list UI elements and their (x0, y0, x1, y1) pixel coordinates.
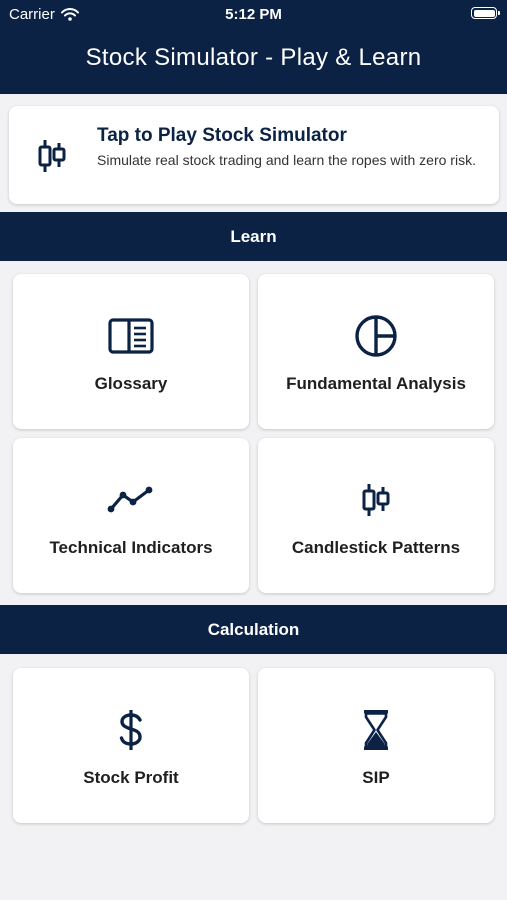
technical-indicators-tile[interactable]: Technical Indicators (13, 438, 249, 593)
glossary-tile[interactable]: Glossary (13, 274, 249, 429)
stock-profit-tile[interactable]: Stock Profit (13, 668, 249, 823)
candlestick-patterns-label: Candlestick Patterns (291, 538, 461, 557)
pie-chart-icon (355, 315, 397, 357)
sip-tile[interactable]: SIP (258, 668, 494, 823)
simulator-card-title: Tap to Play Stock Simulator (97, 125, 347, 146)
book-icon (108, 318, 154, 354)
glossary-label: Glossary (94, 374, 168, 393)
technical-indicators-label: Technical Indicators (49, 538, 213, 557)
candlestick-patterns-tile[interactable]: Candlestick Patterns (258, 438, 494, 593)
sip-label: SIP (362, 768, 390, 787)
calculation-section-header: Calculation (0, 605, 507, 654)
stock-profit-label: Stock Profit (83, 768, 179, 787)
page-title: Stock Simulator - Play & Learn (85, 44, 422, 71)
learn-section-title: Learn (230, 226, 277, 246)
status-time: 5:12 PM (225, 6, 282, 23)
hourglass-icon (364, 710, 388, 750)
fundamental-analysis-label: Fundamental Analysis (286, 374, 466, 393)
fundamental-analysis-tile[interactable]: Fundamental Analysis (258, 274, 494, 429)
calculation-section-title: Calculation (207, 619, 300, 639)
candlestick-icon (37, 139, 67, 178)
line-chart-icon (107, 486, 153, 513)
dollar-icon (119, 710, 142, 750)
simulator-card-description: Simulate real stock trading and learn th… (97, 152, 476, 168)
battery-icon (471, 7, 500, 19)
status-bar: Carrier 5:12 PM (0, 0, 507, 28)
play-simulator-card[interactable]: Tap to Play Stock Simulator Simulate rea… (9, 106, 499, 204)
app-header: Carrier 5:12 PM Stock Simulator - Play &… (0, 0, 507, 94)
learn-section-header: Learn (0, 212, 507, 261)
candlestick-icon (362, 484, 390, 516)
